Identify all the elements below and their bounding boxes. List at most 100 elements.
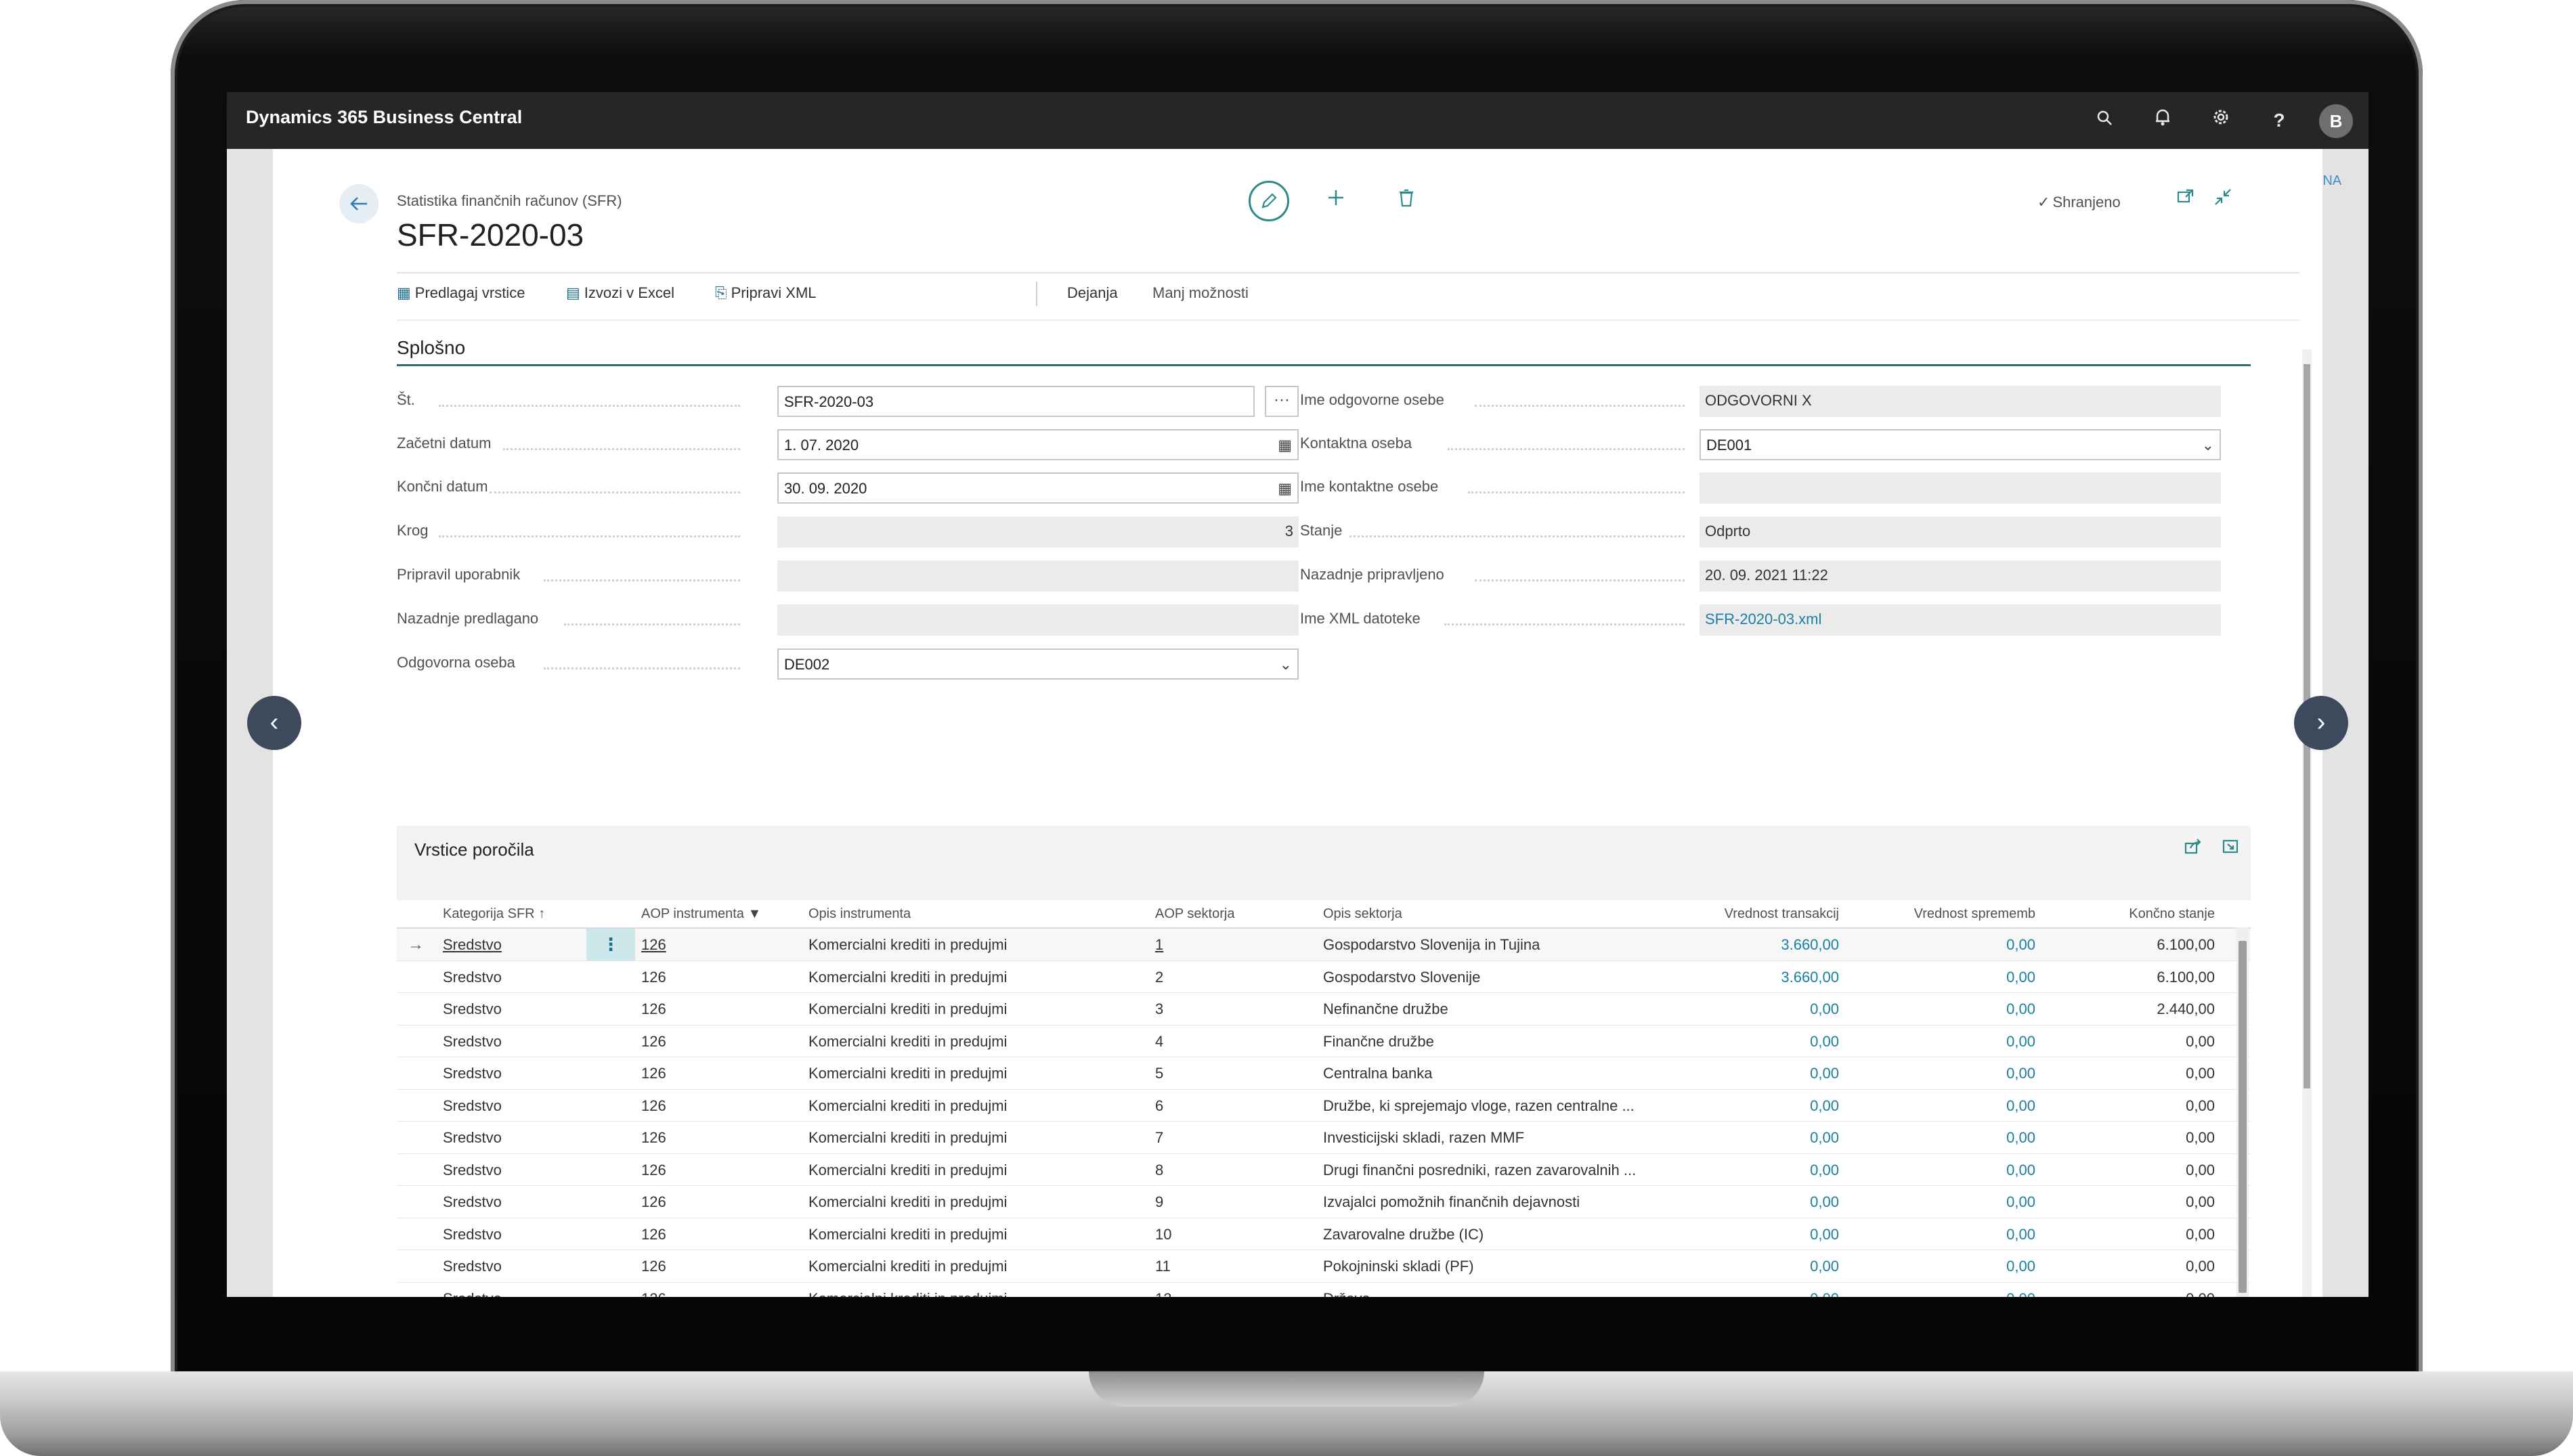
cell-changes[interactable]: 0,00 bbox=[1873, 1186, 2035, 1218]
cell-sector-desc[interactable]: Finančne družbe bbox=[1323, 1025, 1662, 1057]
cell-closing-balance[interactable]: 2.440,00 bbox=[2056, 993, 2215, 1025]
cell-changes[interactable]: 0,00 bbox=[1873, 1122, 2035, 1153]
cell-aop-instrument[interactable]: 126 bbox=[641, 929, 743, 961]
cell-instrument-desc[interactable]: Komercialni krediti in predujmi bbox=[808, 1154, 1133, 1186]
action-menu-actions[interactable]: Dejanja bbox=[1067, 284, 1118, 302]
breadcrumb[interactable]: Statistika finančnih računov (SFR) bbox=[397, 192, 622, 210]
col-header-transactions[interactable]: Vrednost transakcij bbox=[1670, 900, 1839, 927]
fasttab-general-title[interactable]: Splošno bbox=[397, 337, 465, 359]
col-header-category[interactable]: Kategorija SFR ↑ bbox=[443, 900, 545, 927]
table-row[interactable]: Sredstvo 126 Komercialni krediti in preduj… bbox=[397, 1057, 2251, 1090]
cell-transactions[interactable]: 0,00 bbox=[1670, 1154, 1839, 1186]
cell-aop-sector[interactable]: 5 bbox=[1155, 1057, 1291, 1089]
start-date-field[interactable]: 1. 07. 2020 ▦ bbox=[777, 429, 1299, 460]
table-row[interactable]: Sredstvo 126 Komercialni krediti in preduj… bbox=[397, 961, 2251, 993]
cell-aop-instrument[interactable]: 126 bbox=[641, 1283, 743, 1298]
cell-category[interactable]: Sredstvo bbox=[443, 993, 578, 1025]
cell-closing-balance[interactable]: 0,00 bbox=[2056, 1218, 2215, 1250]
cell-transactions[interactable]: 0,00 bbox=[1670, 1283, 1839, 1298]
cell-category[interactable]: Sredstvo bbox=[443, 929, 578, 961]
cell-closing-balance[interactable]: 0,00 bbox=[2056, 1090, 2215, 1122]
cell-changes[interactable]: 0,00 bbox=[1873, 929, 2035, 961]
cell-aop-sector[interactable]: 2 bbox=[1155, 961, 1291, 993]
contact-person-select[interactable]: DE001 ⌄ bbox=[1700, 429, 2221, 460]
cell-instrument-desc[interactable]: Komercialni krediti in predujmi bbox=[808, 993, 1133, 1025]
help-icon[interactable]: ? bbox=[2266, 107, 2293, 134]
cell-aop-sector[interactable]: 12 bbox=[1155, 1283, 1291, 1298]
cell-aop-instrument[interactable]: 126 bbox=[641, 961, 743, 993]
lines-title[interactable]: Vrstice poročila bbox=[414, 839, 534, 860]
cell-transactions[interactable]: 3.660,00 bbox=[1670, 961, 1839, 993]
cell-transactions[interactable]: 0,00 bbox=[1670, 1218, 1839, 1250]
cell-aop-instrument[interactable]: 126 bbox=[641, 1186, 743, 1218]
cell-transactions[interactable]: 0,00 bbox=[1670, 1090, 1839, 1122]
col-header-changes[interactable]: Vrednost sprememb bbox=[1873, 900, 2035, 927]
col-header-aop-sector[interactable]: AOP sektorja bbox=[1155, 900, 1234, 927]
table-row[interactable]: Sredstvo 126 Komercialni krediti in preduj… bbox=[397, 1283, 2251, 1298]
cell-transactions[interactable]: 0,00 bbox=[1670, 1186, 1839, 1218]
table-row[interactable]: Sredstvo 126 Komercialni krediti in preduj… bbox=[397, 1090, 2251, 1122]
share-icon[interactable] bbox=[2184, 838, 2202, 859]
cell-aop-instrument[interactable]: 126 bbox=[641, 1122, 743, 1153]
chevron-down-icon[interactable]: ⌄ bbox=[1280, 650, 1292, 678]
cell-category[interactable]: Sredstvo bbox=[443, 1218, 578, 1250]
cell-instrument-desc[interactable]: Komercialni krediti in predujmi bbox=[808, 1218, 1133, 1250]
cell-aop-sector[interactable]: 10 bbox=[1155, 1218, 1291, 1250]
list-scroll-thumb[interactable] bbox=[2239, 941, 2247, 1293]
cell-sector-desc[interactable]: Pokojninski skladi (PF) bbox=[1323, 1250, 1662, 1282]
cell-closing-balance[interactable]: 0,00 bbox=[2056, 1283, 2215, 1298]
cell-aop-instrument[interactable]: 126 bbox=[641, 1218, 743, 1250]
cell-aop-sector[interactable]: 1 bbox=[1155, 929, 1291, 961]
col-header-sector-desc[interactable]: Opis sektorja bbox=[1323, 900, 1402, 927]
cell-instrument-desc[interactable]: Komercialni krediti in predujmi bbox=[808, 1250, 1133, 1282]
calendar-icon[interactable]: ▦ bbox=[1278, 431, 1292, 459]
cell-changes[interactable]: 0,00 bbox=[1873, 1057, 2035, 1089]
cell-sector-desc[interactable]: Centralna banka bbox=[1323, 1057, 1662, 1089]
table-row[interactable]: Sredstvo 126 Komercialni krediti in preduj… bbox=[397, 1122, 2251, 1154]
col-header-closing-balance[interactable]: Končno stanje bbox=[2056, 900, 2215, 927]
cell-closing-balance[interactable]: 6.100,00 bbox=[2056, 961, 2215, 993]
cell-closing-balance[interactable]: 0,00 bbox=[2056, 1154, 2215, 1186]
avatar[interactable]: B bbox=[2319, 104, 2353, 138]
cell-transactions[interactable]: 3.660,00 bbox=[1670, 929, 1839, 961]
table-row[interactable]: Sredstvo 126 Komercialni krediti in preduj… bbox=[397, 993, 2251, 1025]
page-scrollbar[interactable] bbox=[2302, 349, 2312, 1297]
cell-changes[interactable]: 0,00 bbox=[1873, 1218, 2035, 1250]
cell-changes[interactable]: 0,00 bbox=[1873, 1025, 2035, 1057]
cell-sector-desc[interactable]: Gospodarstvo Slovenija in Tujina bbox=[1323, 929, 1662, 961]
calendar-icon[interactable]: ▦ bbox=[1278, 474, 1292, 502]
table-row[interactable]: Sredstvo 126 Komercialni krediti in preduj… bbox=[397, 1250, 2251, 1283]
expand-part-icon[interactable] bbox=[2222, 838, 2240, 859]
end-date-field[interactable]: 30. 09. 2020 ▦ bbox=[777, 472, 1299, 504]
cell-sector-desc[interactable]: Družbe, ki sprejemajo vloge, razen centr… bbox=[1323, 1090, 1662, 1122]
cell-changes[interactable]: 0,00 bbox=[1873, 1154, 2035, 1186]
cell-transactions[interactable]: 0,00 bbox=[1670, 1250, 1839, 1282]
previous-record-button[interactable]: ‹ bbox=[247, 696, 301, 750]
cell-changes[interactable]: 0,00 bbox=[1873, 1090, 2035, 1122]
collapse-icon[interactable] bbox=[2214, 188, 2232, 211]
cell-aop-instrument[interactable]: 126 bbox=[641, 1250, 743, 1282]
table-row[interactable]: Sredstvo 126 Komercialni krediti in preduj… bbox=[397, 1025, 2251, 1057]
cell-aop-instrument[interactable]: 126 bbox=[641, 1154, 743, 1186]
cell-closing-balance[interactable]: 0,00 bbox=[2056, 1057, 2215, 1089]
cell-sector-desc[interactable]: Investicijski skladi, razen MMF bbox=[1323, 1122, 1662, 1153]
assist-edit-button[interactable]: ··· bbox=[1265, 386, 1299, 417]
cell-sector-desc[interactable]: Izvajalci pomožnih finančnih dejavnosti bbox=[1323, 1186, 1662, 1218]
cell-sector-desc[interactable]: Gospodarstvo Slovenije bbox=[1323, 961, 1662, 993]
open-new-window-icon[interactable] bbox=[2177, 188, 2194, 209]
cell-changes[interactable]: 0,00 bbox=[1873, 993, 2035, 1025]
cell-instrument-desc[interactable]: Komercialni krediti in predujmi bbox=[808, 1025, 1133, 1057]
cell-instrument-desc[interactable]: Komercialni krediti in predujmi bbox=[808, 929, 1133, 961]
cell-instrument-desc[interactable]: Komercialni krediti in predujmi bbox=[808, 1283, 1133, 1298]
cell-category[interactable]: Sredstvo bbox=[443, 1283, 578, 1298]
cell-aop-instrument[interactable]: 126 bbox=[641, 1090, 743, 1122]
cell-aop-sector[interactable]: 7 bbox=[1155, 1122, 1291, 1153]
cell-category[interactable]: Sredstvo bbox=[443, 1250, 578, 1282]
cell-instrument-desc[interactable]: Komercialni krediti in predujmi bbox=[808, 1057, 1133, 1089]
cell-instrument-desc[interactable]: Komercialni krediti in predujmi bbox=[808, 1186, 1133, 1218]
col-header-instrument-desc[interactable]: Opis instrumenta bbox=[808, 900, 911, 927]
row-actions-menu-button[interactable]: ⋮ bbox=[586, 929, 635, 961]
cell-closing-balance[interactable]: 0,00 bbox=[2056, 1122, 2215, 1153]
cell-category[interactable]: Sredstvo bbox=[443, 1025, 578, 1057]
cell-changes[interactable]: 0,00 bbox=[1873, 1250, 2035, 1282]
